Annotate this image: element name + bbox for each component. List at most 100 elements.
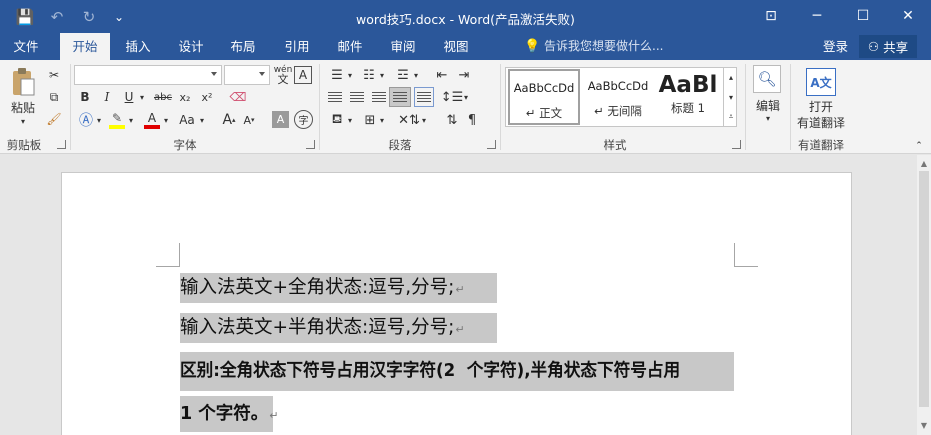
font-name-input[interactable]: [74, 65, 222, 85]
borders-icon[interactable]: ⊞: [360, 110, 380, 130]
shrink-font-label: A: [243, 113, 251, 127]
change-case-button[interactable]: Aa: [176, 110, 198, 130]
change-case-dropdown-icon[interactable]: ▾: [198, 112, 206, 128]
enclose-characters-button[interactable]: 字: [294, 110, 313, 129]
shrink-font-button[interactable]: A ▾: [240, 110, 258, 130]
style-heading-1[interactable]: AaBl 标题 1: [656, 69, 720, 125]
line-spacing-dropdown-icon[interactable]: ▾: [462, 90, 470, 104]
show-paragraph-marks-icon[interactable]: ¶: [462, 110, 482, 130]
scroll-up-icon[interactable]: ▲: [917, 157, 931, 169]
tab-home[interactable]: 开始: [60, 33, 110, 60]
translate-icon[interactable]: A文: [806, 68, 836, 96]
align-center-icon[interactable]: [350, 92, 364, 103]
tab-insert[interactable]: 插入: [114, 33, 162, 60]
borders-dropdown-icon[interactable]: ▾: [378, 112, 386, 128]
editing-dropdown-icon[interactable]: ▾: [760, 113, 776, 123]
subscript-button[interactable]: x₂: [176, 88, 194, 106]
find-icon[interactable]: 🔍︎: [753, 65, 781, 93]
maximize-button[interactable]: ☐: [840, 0, 886, 32]
font-color-dropdown-icon[interactable]: ▾: [162, 112, 170, 128]
tell-me-box[interactable]: 💡 告诉我您想要做什么...: [524, 33, 663, 60]
chinese-layout-icon[interactable]: ✕⇅: [398, 110, 420, 130]
open-translate-label-2[interactable]: 有道翻译: [792, 114, 850, 130]
phonetic-guide-icon[interactable]: wén 文: [273, 64, 293, 86]
superscript-button[interactable]: x²: [198, 88, 216, 106]
tab-design[interactable]: 设计: [167, 33, 215, 60]
cut-icon[interactable]: ✂: [44, 65, 64, 85]
tab-review[interactable]: 审阅: [379, 33, 427, 60]
format-painter-icon[interactable]: 🖌: [44, 109, 64, 129]
minimize-button[interactable]: ─: [794, 0, 840, 32]
line-text: 区别:全角状态下符号占用汉字字符(2 个字符),半角状态下符号占用: [180, 361, 681, 381]
vertical-scrollbar[interactable]: ▲ ▼: [917, 155, 931, 435]
tab-view[interactable]: 视图: [432, 33, 480, 60]
share-button[interactable]: ⚇ 共享: [859, 35, 917, 58]
tab-references[interactable]: 引用: [273, 33, 321, 60]
justify-button[interactable]: [389, 87, 411, 107]
underline-dropdown-icon[interactable]: ▾: [137, 88, 147, 106]
strikethrough-button[interactable]: abc: [152, 88, 174, 106]
shading-dropdown-icon[interactable]: ▾: [346, 112, 354, 128]
shading-icon[interactable]: ⛾: [326, 110, 348, 130]
style-name: ↵ 正文: [525, 106, 563, 120]
character-border-icon[interactable]: A: [294, 66, 312, 84]
paragraph-launcher-icon[interactable]: [487, 140, 496, 149]
close-button[interactable]: ✕: [885, 0, 931, 32]
ribbon-display-options-icon[interactable]: ⊡: [748, 0, 794, 32]
numbering-dropdown-icon[interactable]: ▾: [378, 68, 386, 82]
scroll-down-icon[interactable]: ▼: [917, 419, 931, 431]
document-line[interactable]: 区别:全角状态下符号占用汉字字符(2 个字符),半角状态下符号占用: [180, 352, 734, 391]
tab-file[interactable]: 文件: [0, 33, 52, 60]
scroll-thumb[interactable]: [919, 171, 929, 407]
styles-more-icon[interactable]: ⩡: [725, 107, 737, 126]
align-left-icon[interactable]: [328, 92, 342, 103]
paste-label[interactable]: 粘贴: [6, 99, 40, 115]
styles-launcher-icon[interactable]: [732, 140, 741, 149]
character-shading-button[interactable]: A: [272, 111, 289, 128]
open-translate-label[interactable]: 打开: [794, 98, 848, 114]
editing-button[interactable]: 编辑: [748, 97, 788, 113]
clear-formatting-icon[interactable]: ⌫: [228, 88, 248, 106]
sort-icon[interactable]: ⇅: [442, 110, 462, 130]
copy-icon[interactable]: ⧉: [44, 87, 64, 107]
distributed-icon[interactable]: [414, 87, 434, 107]
chinese-layout-dropdown-icon[interactable]: ▾: [420, 112, 428, 128]
line-text: 输入法英文+半角状态:逗号,分号;: [180, 317, 455, 338]
document-line[interactable]: 输入法英文+全角状态:逗号,分号;↵: [180, 273, 497, 303]
text-effects-dropdown-icon[interactable]: ▾: [95, 112, 103, 128]
chevron-down-icon[interactable]: ▾: [725, 87, 737, 107]
style-normal[interactable]: AaBbCcDd ↵ 正文: [508, 69, 580, 125]
bold-button[interactable]: B: [76, 88, 94, 106]
highlight-dropdown-icon[interactable]: ▾: [127, 112, 135, 128]
increase-indent-icon[interactable]: ⇥: [454, 66, 474, 84]
paste-icon[interactable]: [8, 66, 38, 98]
grow-font-button[interactable]: A ▴: [220, 110, 238, 130]
underline-button[interactable]: U: [120, 88, 138, 106]
chevron-up-icon[interactable]: ▴: [725, 67, 737, 87]
multilevel-list-icon[interactable]: ☲: [392, 66, 414, 84]
align-right-icon[interactable]: [372, 92, 386, 103]
text-effects-icon[interactable]: Ⓐ: [76, 110, 96, 130]
clipboard-launcher-icon[interactable]: [57, 140, 66, 149]
style-no-spacing[interactable]: AaBbCcDd ↵ 无间隔: [582, 69, 654, 125]
multilevel-dropdown-icon[interactable]: ▾: [412, 68, 420, 82]
numbering-icon[interactable]: ☷: [358, 66, 380, 84]
font-launcher-icon[interactable]: [306, 140, 315, 149]
document-line[interactable]: 输入法英文+半角状态:逗号,分号;↵: [180, 313, 497, 343]
bullets-dropdown-icon[interactable]: ▾: [346, 68, 354, 82]
collapse-ribbon-icon[interactable]: ⌃: [912, 140, 926, 152]
font-size-input[interactable]: [224, 65, 270, 85]
italic-button[interactable]: I: [98, 88, 116, 106]
document-line[interactable]: 1 个字符。↵: [180, 396, 279, 432]
sign-in-link[interactable]: 登录: [823, 33, 848, 60]
share-label: 共享: [883, 40, 909, 55]
paste-dropdown-icon[interactable]: ▾: [6, 116, 40, 126]
bullets-icon[interactable]: ☰: [326, 66, 348, 84]
tab-layout[interactable]: 布局: [219, 33, 267, 60]
highlight-color-icon[interactable]: ✎: [106, 110, 128, 130]
decrease-indent-icon[interactable]: ⇤: [432, 66, 452, 84]
line-spacing-icon[interactable]: ↕☰: [441, 88, 464, 106]
chevron-down-icon: [211, 72, 217, 76]
tab-mailings[interactable]: 邮件: [326, 33, 374, 60]
font-color-icon[interactable]: A: [142, 110, 162, 130]
